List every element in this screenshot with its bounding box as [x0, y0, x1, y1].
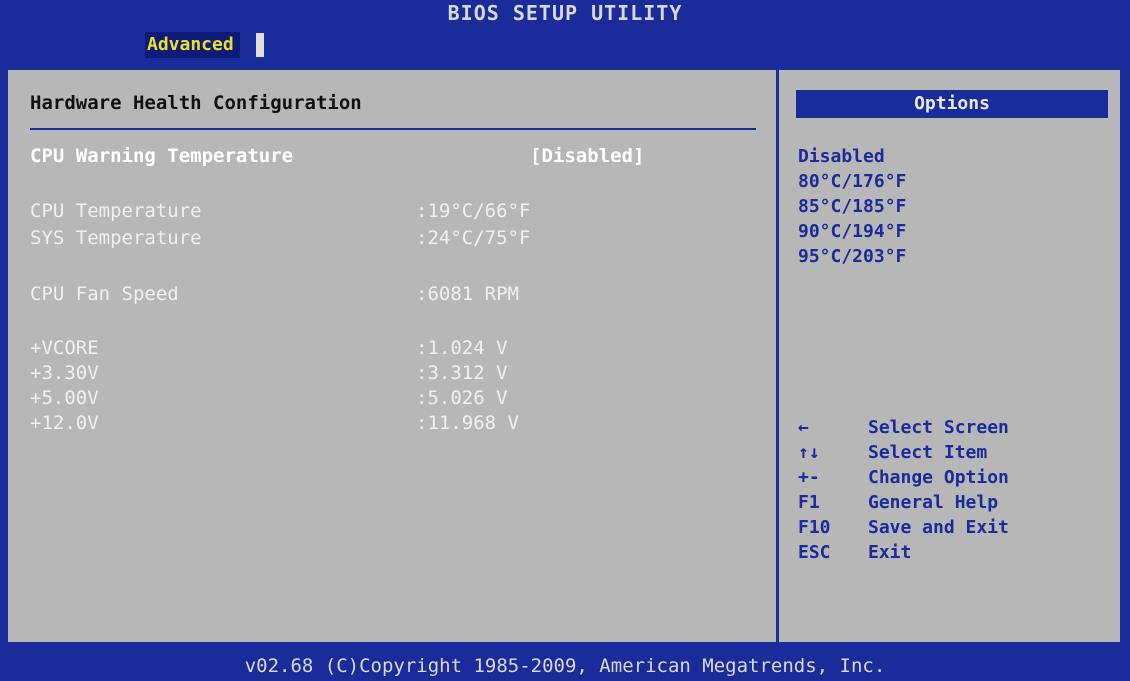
copyright-footer: v02.68 (C)Copyright 1985-2009, American … — [0, 652, 1130, 681]
section-title: Hardware Health Configuration — [30, 92, 362, 114]
key-desc: General Help — [868, 492, 999, 513]
esc-key: ESC — [798, 542, 831, 563]
option-item[interactable]: Disabled — [798, 144, 885, 170]
reading-value: :3.312 V — [416, 362, 508, 384]
key-desc: Change Option — [868, 467, 1009, 488]
reading-value: :6081 RPM — [416, 283, 519, 305]
plus-minus-key: +- — [798, 467, 820, 488]
reading-label: SYS Temperature — [30, 227, 202, 249]
option-item[interactable]: 85°C/185°F — [798, 194, 906, 220]
help-exit: ESC Exit — [798, 541, 1118, 565]
up-down-arrow-icon: ↑↓ — [798, 442, 820, 463]
f1-key: F1 — [798, 492, 820, 513]
left-arrow-icon: ← — [798, 417, 809, 438]
reading-value: :1.024 V — [416, 337, 508, 359]
reading-value: :11.968 V — [416, 412, 519, 434]
options-header: Options — [796, 90, 1108, 118]
key-desc: Exit — [868, 542, 912, 563]
reading-label: +3.30V — [30, 362, 99, 384]
reading-label: +VCORE — [30, 337, 99, 359]
menu-bar: Advanced — [0, 26, 1130, 60]
key-desc: Save and Exit — [868, 517, 1009, 538]
reading-label: CPU Fan Speed — [30, 283, 179, 305]
key-desc: Select Screen — [868, 417, 1009, 438]
reading-label: CPU Temperature — [30, 200, 202, 222]
reading-value: :5.026 V — [416, 387, 508, 409]
option-item[interactable]: 80°C/176°F — [798, 169, 906, 195]
key-desc: Select Item — [868, 442, 988, 463]
help-save-exit: F10 Save and Exit — [798, 516, 1118, 540]
reading-value: :24°C/75°F — [416, 227, 531, 249]
bios-title: BIOS SETUP UTILITY — [0, 0, 1130, 26]
cursor-block — [256, 33, 264, 57]
option-item[interactable]: 95°C/203°F — [798, 244, 906, 270]
setting-label: CPU Warning Temperature — [30, 145, 294, 167]
help-change-option: +- Change Option — [798, 466, 1118, 490]
tab-advanced[interactable]: Advanced — [145, 32, 240, 58]
help-select-item: ↑↓ Select Item — [798, 441, 1118, 465]
option-item[interactable]: 90°C/194°F — [798, 219, 906, 245]
reading-value: :19°C/66°F — [416, 200, 531, 222]
reading-label: +5.00V — [30, 387, 99, 409]
help-select-screen: ← Select Screen — [798, 416, 1118, 440]
help-general-help: F1 General Help — [798, 491, 1118, 515]
main-panel: Hardware Health Configuration CPU Warnin… — [6, 68, 1122, 644]
setting-value[interactable]: [Disabled] — [530, 144, 644, 168]
reading-label: +12.0V — [30, 412, 99, 434]
f10-key: F10 — [798, 517, 831, 538]
panel-divider — [776, 70, 779, 642]
section-divider — [30, 128, 756, 130]
